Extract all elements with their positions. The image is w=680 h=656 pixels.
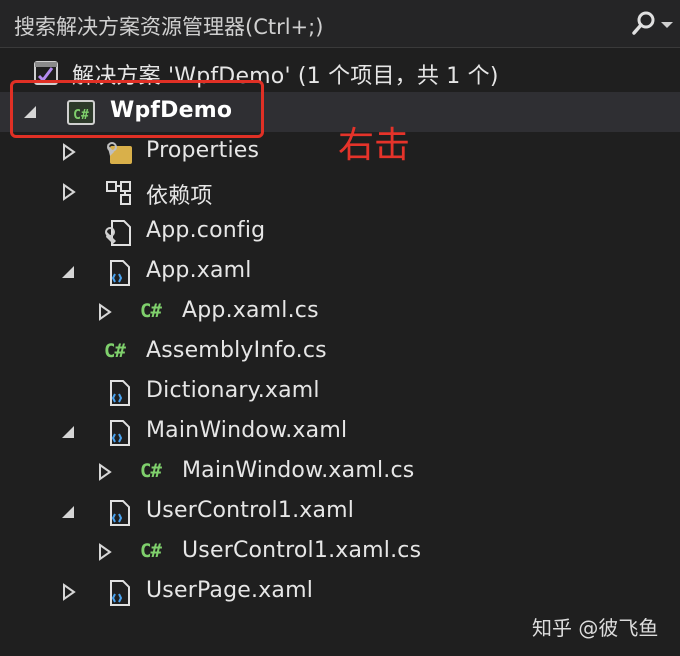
tree-item-label: App.xaml.cs [182,298,319,323]
tree-item-dependencies[interactable]: 依赖项 [0,172,680,212]
collapsed-arrow-icon[interactable] [96,302,114,322]
collapsed-arrow-icon[interactable] [60,142,78,162]
tree-item-app-xaml-cs[interactable]: C# App.xaml.cs [0,292,680,332]
collapsed-arrow-icon[interactable] [96,542,114,562]
tree-item-label: Properties [146,138,260,163]
highlight-box [10,80,264,138]
watermark: 知乎 @彼飞鱼 [532,616,659,640]
tree-item-mainwindow-xaml-cs[interactable]: C# MainWindow.xaml.cs [0,452,680,492]
dependencies-icon [106,181,131,205]
tree-item-assemblyinfo-cs[interactable]: C# AssemblyInfo.cs [0,332,680,372]
search-options-chevron-icon[interactable] [660,20,674,30]
tree-item-label: Dictionary.xaml [146,378,320,403]
search-icon[interactable] [630,9,658,39]
collapsed-arrow-icon[interactable] [96,462,114,482]
tree-item-label: 依赖项 [146,184,213,209]
config-file-icon [105,220,131,246]
csharp-file-icon: C# [140,460,162,482]
properties-folder-icon [107,142,132,164]
tree-item-app-xaml[interactable]: App.xaml [0,252,680,292]
tree-item-label: UserControl1.xaml.cs [182,538,422,563]
xaml-file-icon [110,260,130,286]
solution-explorer-search-bar[interactable]: 搜索解决方案资源管理器(Ctrl+;) [0,0,680,48]
search-input[interactable]: 搜索解决方案资源管理器(Ctrl+;) [14,11,323,41]
csharp-file-icon: C# [140,300,162,322]
xaml-file-icon [110,580,130,606]
tree-item-app-config[interactable]: App.config [0,212,680,252]
tree-item-label: App.config [146,218,266,243]
csharp-file-icon: C# [140,540,162,562]
tree-item-label: MainWindow.xaml [146,418,348,443]
expanded-arrow-icon[interactable] [60,422,78,442]
tree-item-label: AssemblyInfo.cs [146,338,327,363]
csharp-file-icon: C# [104,340,126,362]
tree-item-label: UserPage.xaml [146,578,314,603]
tree-item-userpage-xaml[interactable]: UserPage.xaml [0,572,680,612]
xaml-file-icon [110,380,130,406]
tree-item-label: MainWindow.xaml.cs [182,458,415,483]
tree-item-label: UserControl1.xaml [146,498,355,523]
expanded-arrow-icon[interactable] [60,502,78,522]
expanded-arrow-icon[interactable] [60,262,78,282]
tree-item-dictionary-xaml[interactable]: Dictionary.xaml [0,372,680,412]
collapsed-arrow-icon[interactable] [60,182,78,202]
xaml-file-icon [110,420,130,446]
collapsed-arrow-icon[interactable] [60,582,78,602]
right-click-annotation: 右击 [338,125,411,166]
tree-item-label: App.xaml [146,258,252,283]
tree-item-usercontrol1-xaml-cs[interactable]: C# UserControl1.xaml.cs [0,532,680,572]
tree-item-mainwindow-xaml[interactable]: MainWindow.xaml [0,412,680,452]
tree-item-usercontrol1-xaml[interactable]: UserControl1.xaml [0,492,680,532]
xaml-file-icon [110,500,130,526]
